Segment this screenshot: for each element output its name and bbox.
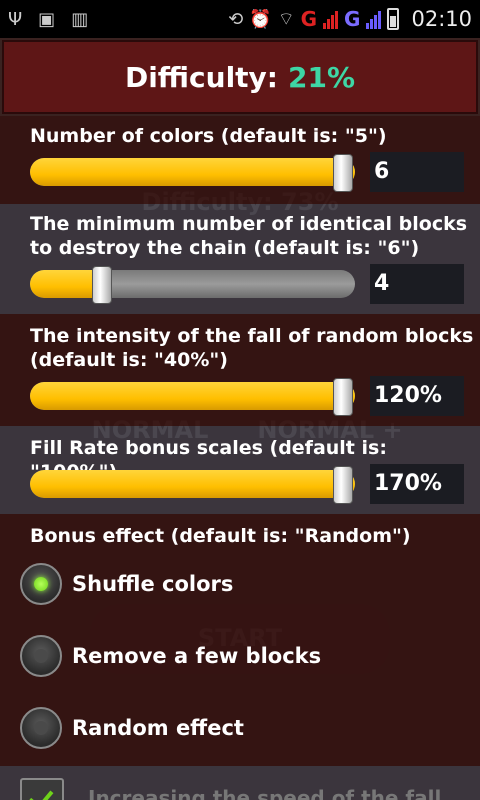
- min-identical-blocks-value: 4: [370, 264, 464, 304]
- check-icon: [28, 784, 54, 800]
- setting-label-line1: The minimum number of identical blocks: [30, 213, 468, 235]
- fall-intensity-value: 120%: [370, 376, 464, 416]
- setting-label: Number of colors (default is: "5"): [30, 125, 387, 147]
- status-bar: Ψ ▣ ▥ ⟲ ⏰ ⌔ G G 02:10: [0, 0, 480, 38]
- network-type-2: G: [344, 7, 361, 31]
- alarm-icon: ⏰: [249, 8, 272, 30]
- radio-selected-dot: [34, 577, 48, 591]
- radio-button[interactable]: [20, 635, 62, 677]
- difficulty-header: Difficulty: 21%: [2, 40, 478, 114]
- radio-label: Shuffle colors: [72, 572, 234, 596]
- setting-label-line2: (default is: "40%"): [30, 349, 228, 371]
- number-of-colors-slider[interactable]: [30, 158, 355, 186]
- slider-thumb[interactable]: [333, 466, 353, 504]
- slider-fill: [30, 382, 355, 410]
- radio-label: Remove a few blocks: [72, 644, 322, 668]
- battery-icon: [387, 8, 400, 30]
- fill-rate-bonus-slider-row: 170%: [30, 464, 466, 504]
- difficulty-value: 21%: [288, 60, 356, 94]
- difficulty-title: Difficulty:: [124, 60, 278, 94]
- fall-speed-label: Increasing the speed of the fall: [88, 786, 442, 800]
- network-type-1: G: [300, 7, 318, 31]
- number-of-colors-value: 6: [370, 152, 464, 192]
- slider-fill: [30, 158, 355, 186]
- fall-speed-option[interactable]: Increasing the speed of the fall: [0, 766, 480, 800]
- number-of-colors-slider-row: 6: [30, 152, 466, 192]
- barcode-icon: ▥: [71, 8, 89, 30]
- setting-label-line1: The intensity of the fall of random bloc…: [30, 325, 474, 347]
- signal-icon-2: [366, 9, 382, 29]
- fall-intensity-slider-row: 120%: [30, 376, 466, 416]
- radio-button[interactable]: [20, 563, 62, 605]
- wifi-icon: ⌔: [277, 8, 295, 30]
- image-icon: ▣: [38, 8, 56, 30]
- fill-rate-bonus-slider[interactable]: [30, 470, 355, 498]
- signal-icon: [323, 9, 339, 29]
- fall-speed-checkbox[interactable]: [20, 778, 64, 800]
- slider-thumb[interactable]: [92, 266, 112, 304]
- radio-label: Random effect: [72, 716, 244, 740]
- min-identical-blocks-slider-row: 4: [30, 264, 466, 304]
- slider-fill: [30, 470, 355, 498]
- slider-thumb[interactable]: [333, 154, 353, 192]
- fill-rate-bonus-value: 170%: [370, 464, 464, 504]
- radio-shuffle-colors[interactable]: Shuffle colors: [20, 560, 233, 608]
- fall-intensity-slider[interactable]: [30, 382, 355, 410]
- radio-dot: [34, 721, 48, 735]
- radio-dot: [34, 649, 48, 663]
- radio-button[interactable]: [20, 707, 62, 749]
- usb-icon: Ψ: [8, 8, 23, 30]
- min-identical-blocks-slider[interactable]: [30, 270, 355, 298]
- phone-rotate-icon: ⟲: [228, 8, 244, 30]
- clock: 02:10: [411, 7, 472, 31]
- radio-remove-blocks[interactable]: Remove a few blocks: [20, 632, 321, 680]
- setting-label: Bonus effect (default is: "Random"): [30, 525, 411, 547]
- slider-thumb[interactable]: [333, 378, 353, 416]
- radio-random-effect[interactable]: Random effect: [20, 704, 244, 752]
- setting-label-line2: to destroy the chain (default is: "6"): [30, 237, 420, 259]
